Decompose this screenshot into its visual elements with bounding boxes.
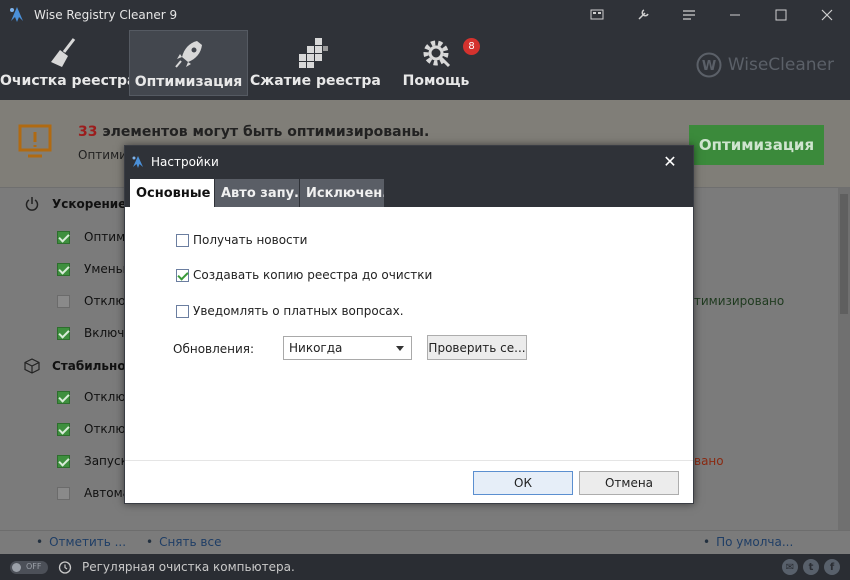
list-item[interactable]: Отключ xyxy=(57,422,133,436)
toggle-label: OFF xyxy=(26,562,42,571)
tab-label: Помощь xyxy=(402,73,470,89)
tab-autostart[interactable]: Авто запу... xyxy=(215,179,299,207)
toggle-knob xyxy=(12,563,21,572)
paid-issues-option[interactable]: Уведомлять о платных вопросах. xyxy=(176,304,404,318)
title-bar: Wise Registry Cleaner 9 xyxy=(0,0,850,30)
broom-icon xyxy=(51,38,76,67)
close-button[interactable] xyxy=(804,0,850,30)
tab-label: Оптимизация xyxy=(134,74,243,90)
option-label: Уведомлять о платных вопросах. xyxy=(193,304,404,318)
receive-news-checkbox[interactable] xyxy=(176,233,189,247)
brand-text: WiseCleaner xyxy=(727,55,834,75)
app-logo-icon xyxy=(132,155,143,168)
app-logo-icon xyxy=(10,7,23,22)
tab-label: Сжатие реестра xyxy=(250,73,381,89)
cancel-button[interactable]: Отмена xyxy=(579,471,679,495)
row-checkbox[interactable] xyxy=(57,326,70,340)
option-label: Создавать копию реестра до очистки xyxy=(193,268,433,282)
paid-issues-checkbox[interactable] xyxy=(176,304,189,318)
main-toolbar: Очистка реестра Оптимизация Сжатие реест… xyxy=(0,30,850,100)
updates-label: Обновления: xyxy=(173,342,255,356)
row-checkbox[interactable] xyxy=(57,262,70,276)
status-text: Регулярная очистка компьютера. xyxy=(82,560,295,574)
row-checkbox[interactable] xyxy=(57,390,70,404)
row-checkbox[interactable] xyxy=(57,422,70,436)
list-item[interactable]: Оптими xyxy=(57,230,133,244)
option-label: Получать новости xyxy=(193,233,308,247)
section-speedup: Ускорение з xyxy=(24,196,137,212)
feedback-icon[interactable]: ✉ xyxy=(782,559,798,575)
rocket-icon xyxy=(174,41,202,68)
row-checkbox[interactable] xyxy=(57,294,70,308)
selection-link-bar: • Отметить ... • Снять все • По умолча... xyxy=(0,530,850,554)
restore-default-link[interactable]: • По умолча... xyxy=(703,535,793,549)
gear-wrench-icon xyxy=(423,40,451,68)
dialog-title-bar: Настройки ✕ xyxy=(125,146,693,177)
optimize-button[interactable]: Оптимизация xyxy=(689,125,824,165)
row-status: вано xyxy=(694,454,724,468)
receive-news-option[interactable]: Получать новости xyxy=(176,233,307,247)
list-item[interactable]: Отключ xyxy=(57,390,133,404)
dialog-body: Получать новости Создавать копию реестра… xyxy=(125,207,693,460)
brand-logo: W WiseCleaner xyxy=(696,52,834,78)
uncheck-all-link[interactable]: • Снять все xyxy=(146,535,221,549)
tab-registry-defrag[interactable]: Сжатие реестра xyxy=(250,30,381,96)
tab-exclusions[interactable]: Исключен... xyxy=(300,179,384,207)
dialog-tabs: Основные Авто запу... Исключен... xyxy=(125,177,693,207)
dialog-title: Настройки xyxy=(151,154,219,169)
dropdown-arrow-icon xyxy=(396,346,404,351)
summary-headline: 33 элементов могут быть оптимизированы. xyxy=(78,124,429,140)
monitor-warning-icon xyxy=(18,124,52,158)
menu-icon[interactable] xyxy=(666,0,712,30)
skin-icon[interactable] xyxy=(574,0,620,30)
list-item[interactable]: Уменьш xyxy=(57,262,134,276)
tab-label: Очистка реестра xyxy=(0,73,137,89)
power-icon xyxy=(25,197,39,211)
wisecleaner-logo-icon: W xyxy=(696,52,722,78)
issue-count: 33 xyxy=(78,124,98,140)
ok-button[interactable]: ОК xyxy=(473,471,573,495)
dialog-close-icon[interactable]: ✕ xyxy=(661,152,679,171)
tab-general[interactable]: Основные xyxy=(130,179,214,207)
section-stability: Стабильност xyxy=(24,358,140,374)
svg-text:W: W xyxy=(702,59,716,74)
row-status: птимизировано xyxy=(686,294,785,308)
row-checkbox[interactable] xyxy=(57,454,70,468)
headline-text: элементов могут быть оптимизированы. xyxy=(97,124,430,140)
blocks-icon xyxy=(299,38,328,68)
check-updates-button[interactable]: Проверить се... xyxy=(427,335,527,360)
tab-help[interactable]: Помощь 8 xyxy=(390,30,482,96)
summary-subline: Оптими xyxy=(78,148,127,162)
tab-optimization[interactable]: Оптимизация xyxy=(129,30,248,96)
backup-registry-option[interactable]: Создавать копию реестра до очистки xyxy=(176,268,432,282)
facebook-icon[interactable]: f xyxy=(824,559,840,575)
updates-select[interactable]: Никогда xyxy=(283,336,412,360)
maximize-button[interactable] xyxy=(758,0,804,30)
list-item[interactable]: Включи xyxy=(57,326,132,340)
row-checkbox[interactable] xyxy=(57,486,70,500)
check-all-link[interactable]: • Отметить ... xyxy=(36,535,126,549)
settings-dialog: Настройки ✕ Основные Авто запу... Исключ… xyxy=(124,145,694,504)
scheduled-clean-toggle[interactable]: OFF xyxy=(10,561,48,574)
status-bar: OFF Регулярная очистка компьютера. ✉ t f xyxy=(0,554,850,580)
tools-icon[interactable] xyxy=(620,0,666,30)
tab-registry-cleaner[interactable]: Очистка реестра xyxy=(0,30,137,96)
clock-icon xyxy=(58,561,72,574)
list-item[interactable]: Отключ xyxy=(57,294,133,308)
window-title: Wise Registry Cleaner 9 xyxy=(34,8,178,22)
twitter-icon[interactable]: t xyxy=(803,559,819,575)
backup-registry-checkbox[interactable] xyxy=(176,268,189,282)
row-checkbox[interactable] xyxy=(57,230,70,244)
box-icon xyxy=(24,358,40,374)
notification-badge: 8 xyxy=(463,38,480,55)
minimize-button[interactable] xyxy=(712,0,758,30)
list-scrollbar[interactable] xyxy=(838,188,850,530)
dialog-footer: ОК Отмена xyxy=(125,460,693,503)
scrollbar-thumb[interactable] xyxy=(840,194,848,314)
updates-value: Никогда xyxy=(289,341,343,355)
